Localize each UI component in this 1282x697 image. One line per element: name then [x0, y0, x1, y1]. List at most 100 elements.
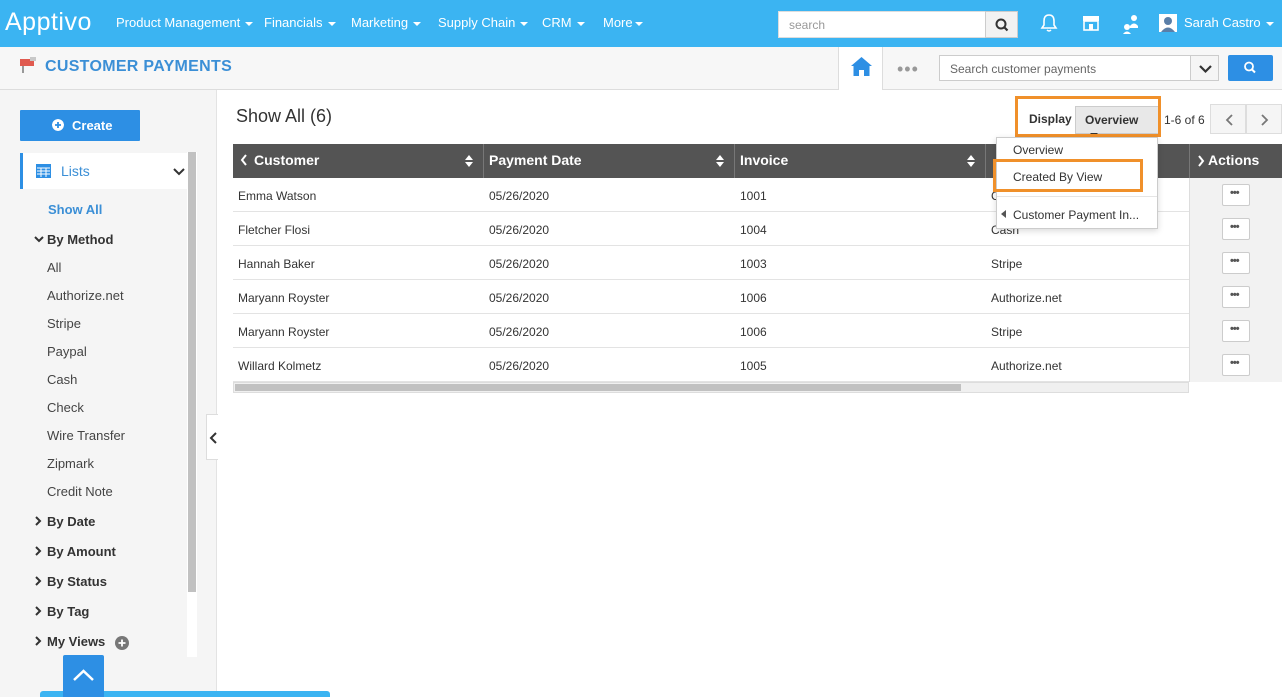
apptivo-logo[interactable]: Apptivo — [5, 8, 92, 37]
notifications-bell-icon[interactable] — [1040, 13, 1058, 36]
sidebar-item-all[interactable]: All — [47, 260, 61, 275]
cell-invoice[interactable]: 1006 — [740, 291, 767, 305]
sidebar-item-paypal[interactable]: Paypal — [47, 344, 87, 359]
chevron-right-icon[interactable] — [1197, 155, 1205, 167]
table-row[interactable]: Maryann Royster 05/26/2020 1006 Authoriz… — [233, 280, 1189, 314]
horizontal-scrollbar-thumb[interactable] — [235, 384, 961, 391]
sidebar-item-stripe[interactable]: Stripe — [47, 316, 81, 331]
nav-label: Marketing — [351, 15, 409, 30]
column-divider — [985, 144, 986, 178]
nav-label: Product Management — [116, 15, 241, 30]
sidebar-item-check[interactable]: Check — [47, 400, 84, 415]
customer-payments-search-button[interactable] — [1228, 55, 1273, 81]
scroll-top-button[interactable] — [63, 655, 104, 697]
sidebar-group-by-method[interactable]: By Method — [47, 232, 113, 247]
sidebar-scrollbar-thumb[interactable] — [188, 152, 196, 592]
chevron-up-icon — [73, 669, 94, 681]
collapse-sidebar-button[interactable] — [206, 414, 218, 460]
nav-crm[interactable]: CRM — [542, 15, 585, 30]
row-actions-button[interactable]: ••• — [1222, 286, 1250, 308]
sidebar-group-by-date[interactable]: By Date — [47, 514, 95, 529]
sort-icon[interactable] — [967, 154, 975, 168]
sidebar-group-by-amount[interactable]: By Amount — [47, 544, 116, 559]
cell-customer[interactable]: Maryann Royster — [238, 291, 329, 305]
home-icon — [851, 57, 872, 76]
chevron-right-icon — [35, 576, 42, 586]
page-title: CUSTOMER PAYMENTS — [45, 58, 233, 75]
cell-customer[interactable]: Emma Watson — [238, 189, 316, 203]
row-actions-button[interactable]: ••• — [1222, 184, 1250, 206]
sort-icon[interactable] — [465, 154, 473, 168]
cell-customer[interactable]: Fletcher Flosi — [238, 223, 310, 237]
cell-payment-date: 05/26/2020 — [489, 359, 550, 373]
sidebar-item-authorize-net[interactable]: Authorize.net — [47, 288, 124, 303]
table-row[interactable]: Willard Kolmetz 05/26/2020 1005 Authoriz… — [233, 348, 1189, 382]
chevron-down-icon — [1199, 65, 1212, 74]
caret-down-icon — [245, 21, 254, 26]
lists-selector[interactable]: Lists — [20, 153, 187, 189]
user-avatar-icon[interactable] — [1159, 14, 1177, 35]
nav-label: CRM — [542, 15, 572, 30]
more-icon: ••• — [1230, 187, 1240, 199]
search-filter-dropdown[interactable] — [1190, 55, 1219, 81]
column-header-customer[interactable]: Customer — [254, 152, 319, 168]
cell-payment-date: 05/26/2020 — [489, 223, 550, 237]
sidebar-item-credit-note[interactable]: Credit Note — [47, 484, 113, 499]
dropdown-item-overview[interactable]: Overview — [1013, 143, 1063, 157]
next-page-button[interactable] — [1246, 104, 1282, 134]
cell-invoice[interactable]: 1003 — [740, 257, 767, 271]
global-search-button[interactable] — [985, 11, 1018, 38]
search-icon — [1244, 61, 1256, 74]
sidebar-item-cash[interactable]: Cash — [47, 372, 77, 387]
search-icon — [995, 18, 1009, 32]
user-menu[interactable]: Sarah Castro — [1184, 15, 1274, 30]
cell-invoice[interactable]: 1006 — [740, 325, 767, 339]
cell-invoice[interactable]: 1001 — [740, 189, 767, 203]
cell-customer[interactable]: Hannah Baker — [238, 257, 315, 271]
prev-page-button[interactable] — [1210, 104, 1246, 134]
caret-down-icon — [576, 21, 585, 26]
plus-circle-icon — [52, 119, 64, 131]
table-row[interactable]: Maryann Royster 05/26/2020 1006 Stripe — [233, 314, 1189, 348]
dropdown-item-customer-payment-in[interactable]: Customer Payment In... — [1013, 208, 1139, 222]
create-button[interactable]: Create — [20, 110, 140, 141]
cell-invoice[interactable]: 1004 — [740, 223, 767, 237]
table-row[interactable]: Hannah Baker 05/26/2020 1003 Stripe — [233, 246, 1189, 280]
sidebar-group-by-tag[interactable]: By Tag — [47, 604, 89, 619]
row-actions-button[interactable]: ••• — [1222, 218, 1250, 240]
sidebar-item-zipmark[interactable]: Zipmark — [47, 456, 94, 471]
nav-product-management[interactable]: Product Management — [116, 15, 254, 30]
nav-financials[interactable]: Financials — [264, 15, 336, 30]
chevron-left-icon — [1225, 114, 1233, 126]
more-icon: ••• — [1230, 289, 1240, 301]
column-header-invoice[interactable]: Invoice — [740, 152, 788, 168]
store-icon[interactable] — [1081, 13, 1101, 36]
nav-marketing[interactable]: Marketing — [351, 15, 422, 30]
sidebar-group-my-views[interactable]: My Views — [47, 634, 105, 649]
row-actions-button[interactable]: ••• — [1222, 252, 1250, 274]
calendar-list-icon — [36, 164, 51, 178]
customer-payments-search-input[interactable]: Search customer payments — [939, 55, 1191, 81]
home-button[interactable] — [838, 47, 883, 90]
sidebar-item-show-all[interactable]: Show All — [48, 202, 102, 217]
column-header-payment-date[interactable]: Payment Date — [489, 152, 582, 168]
row-actions-button[interactable]: ••• — [1222, 320, 1250, 342]
chevron-left-icon[interactable] — [240, 154, 248, 166]
sidebar-item-wire-transfer[interactable]: Wire Transfer — [47, 428, 125, 443]
table-horizontal-scrollbar[interactable] — [233, 382, 1189, 393]
cell-invoice[interactable]: 1005 — [740, 359, 767, 373]
caret-down-icon — [520, 21, 529, 26]
more-options-icon[interactable]: ••• — [897, 59, 919, 80]
add-view-icon[interactable] — [115, 636, 129, 650]
column-divider — [1189, 144, 1190, 178]
cell-customer[interactable]: Maryann Royster — [238, 325, 329, 339]
cell-method: Stripe — [991, 257, 1023, 271]
global-search-input[interactable]: search — [778, 11, 986, 38]
nav-supply-chain[interactable]: Supply Chain — [438, 15, 529, 30]
row-actions-button[interactable]: ••• — [1222, 354, 1250, 376]
sort-icon[interactable] — [716, 154, 724, 168]
cell-customer[interactable]: Willard Kolmetz — [238, 359, 321, 373]
users-icon[interactable] — [1121, 13, 1141, 38]
nav-more[interactable]: More — [603, 15, 643, 30]
sidebar-group-by-status[interactable]: By Status — [47, 574, 107, 589]
